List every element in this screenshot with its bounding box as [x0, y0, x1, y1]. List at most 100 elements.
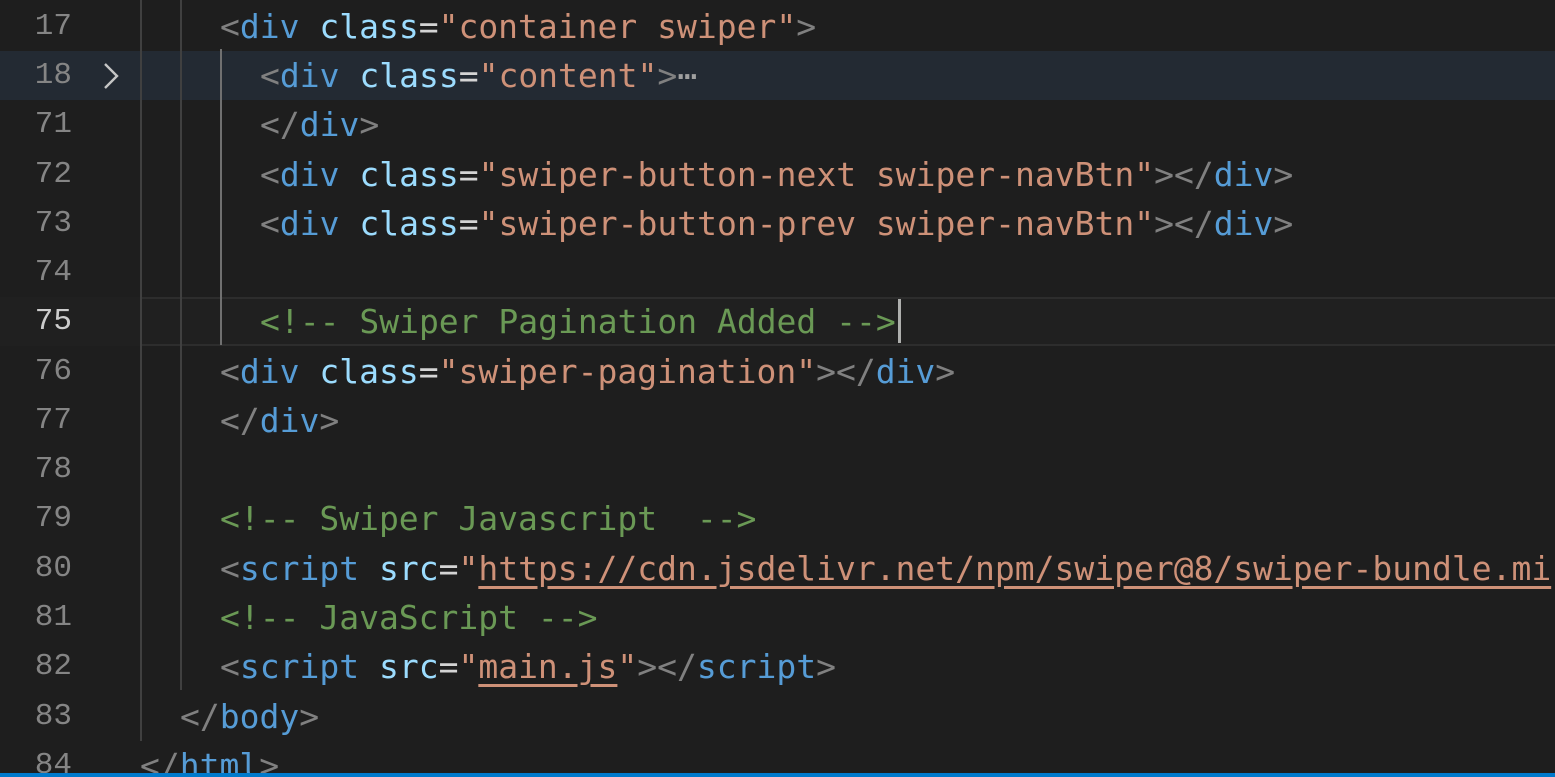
code-token: >: [1273, 155, 1294, 194]
code-token: "container swiper": [438, 7, 797, 46]
chevron-right-icon[interactable]: [98, 61, 124, 91]
code-token: div: [1213, 204, 1274, 243]
code-token: ": [458, 647, 479, 686]
code-line[interactable]: 17 <div class="container swiper">: [0, 2, 1555, 51]
code-line[interactable]: 81 <!-- JavaScript -->: [0, 593, 1555, 642]
code-text: <script src="main.js"></script>: [220, 642, 836, 691]
code-token: body: [219, 697, 300, 736]
code-text: </body>: [180, 692, 319, 741]
code-token: >: [935, 352, 956, 391]
line-number: 18: [34, 58, 72, 93]
code-text: </div>: [220, 396, 339, 445]
code-token: class: [359, 56, 459, 95]
code-line[interactable]: 73 <div class="swiper-button-prev swiper-…: [0, 199, 1555, 248]
line-number: 75: [34, 304, 72, 339]
indent-guide: [180, 0, 182, 690]
code-token: >: [299, 697, 320, 736]
indent-guide: [220, 49, 222, 345]
code-token: div: [279, 204, 340, 243]
line-number: 77: [34, 403, 72, 438]
code-token: div: [259, 401, 320, 440]
code-text: <div class="content">⋯: [260, 51, 697, 100]
code-token[interactable]: ⋯: [677, 56, 697, 95]
code-line[interactable]: 74: [0, 248, 1555, 297]
code-line[interactable]: 79 <!-- Swiper Javascript -->: [0, 494, 1555, 543]
code-line[interactable]: 84 </html>: [0, 741, 1555, 777]
code-text: <!-- Swiper Pagination Added -->: [260, 297, 896, 346]
code-text: <script src="https://cdn.jsdelivr.net/np…: [220, 544, 1551, 593]
code-line[interactable]: 72 <div class="swiper-button-next swiper-…: [0, 150, 1555, 199]
code-token: src: [378, 549, 439, 588]
line-number: 17: [34, 9, 72, 44]
code-line[interactable]: 76 <div class="swiper-pagination"></div>: [0, 347, 1555, 396]
code-token: <: [260, 155, 280, 194]
code-token: ></: [1154, 155, 1214, 194]
code-token: <: [260, 204, 280, 243]
code-token: <!-- JavaScript -->: [220, 598, 598, 637]
code-token: =: [458, 155, 479, 194]
code-token: </: [220, 401, 260, 440]
code-token: <: [220, 352, 240, 391]
code-editor[interactable]: 17 <div class="container swiper"> 18 <div c…: [0, 0, 1555, 777]
code-text: <div class="container swiper">: [220, 2, 816, 51]
code-token: <: [220, 7, 240, 46]
code-token: >: [1273, 204, 1294, 243]
code-token: src: [378, 647, 439, 686]
text-cursor: [898, 299, 901, 343]
code-line[interactable]: 75 <!-- Swiper Pagination Added -->: [0, 297, 1555, 346]
line-number: 82: [34, 649, 72, 684]
code-token: div: [299, 105, 360, 144]
code-text: <div class="swiper-button-prev swiper-na…: [260, 199, 1293, 248]
code-line[interactable]: 83 </body>: [0, 692, 1555, 741]
code-line[interactable]: 18 <div class="content">⋯: [0, 51, 1555, 100]
code-link[interactable]: main.js: [478, 647, 617, 686]
code-token: >: [796, 7, 817, 46]
code-token: ": [458, 549, 479, 588]
line-number: 83: [34, 699, 72, 734]
code-token: <: [220, 647, 240, 686]
code-token: >: [816, 647, 836, 686]
code-token: >: [657, 56, 678, 95]
code-text: </html>: [140, 741, 279, 777]
code-token: div: [239, 7, 300, 46]
code-token: div: [279, 155, 340, 194]
code-token: ></: [1154, 204, 1214, 243]
code-token: div: [279, 56, 340, 95]
code-line[interactable]: 82 <script src="main.js"></script>: [0, 642, 1555, 691]
code-token: ></: [637, 647, 697, 686]
code-line[interactable]: 77 </div>: [0, 396, 1555, 445]
code-token: <: [220, 549, 240, 588]
line-number: 71: [34, 107, 72, 142]
line-number: 73: [34, 206, 72, 241]
code-line[interactable]: 80 <script src="https://cdn.jsdelivr.net/…: [0, 544, 1555, 593]
code-token: =: [438, 647, 459, 686]
code-line[interactable]: 71 </div>: [0, 100, 1555, 149]
code-token: =: [418, 7, 439, 46]
line-number: 81: [34, 600, 72, 635]
code-token: div: [1213, 155, 1274, 194]
line-number: 76: [34, 354, 72, 389]
code-link[interactable]: https://cdn.jsdelivr.net/npm/swiper@8/sw…: [478, 549, 1551, 588]
code-token: =: [458, 56, 479, 95]
code-token: >: [319, 401, 340, 440]
code-token: "swiper-pagination": [438, 352, 817, 391]
code-token: <!-- Swiper Pagination Added -->: [260, 302, 896, 341]
code-token: <: [260, 56, 280, 95]
code-token: =: [438, 549, 459, 588]
code-token: </: [180, 697, 220, 736]
code-token: ></: [816, 352, 876, 391]
line-number: 72: [34, 157, 72, 192]
code-token: ": [617, 647, 638, 686]
code-token: script: [239, 647, 360, 686]
code-token: "swiper-button-next swiper-navBtn": [478, 155, 1155, 194]
code-token: class: [359, 155, 459, 194]
code-text: <!-- Swiper Javascript -->: [220, 494, 756, 543]
line-number: 84: [34, 748, 72, 777]
code-line[interactable]: 78: [0, 445, 1555, 494]
code-token: </: [260, 105, 300, 144]
